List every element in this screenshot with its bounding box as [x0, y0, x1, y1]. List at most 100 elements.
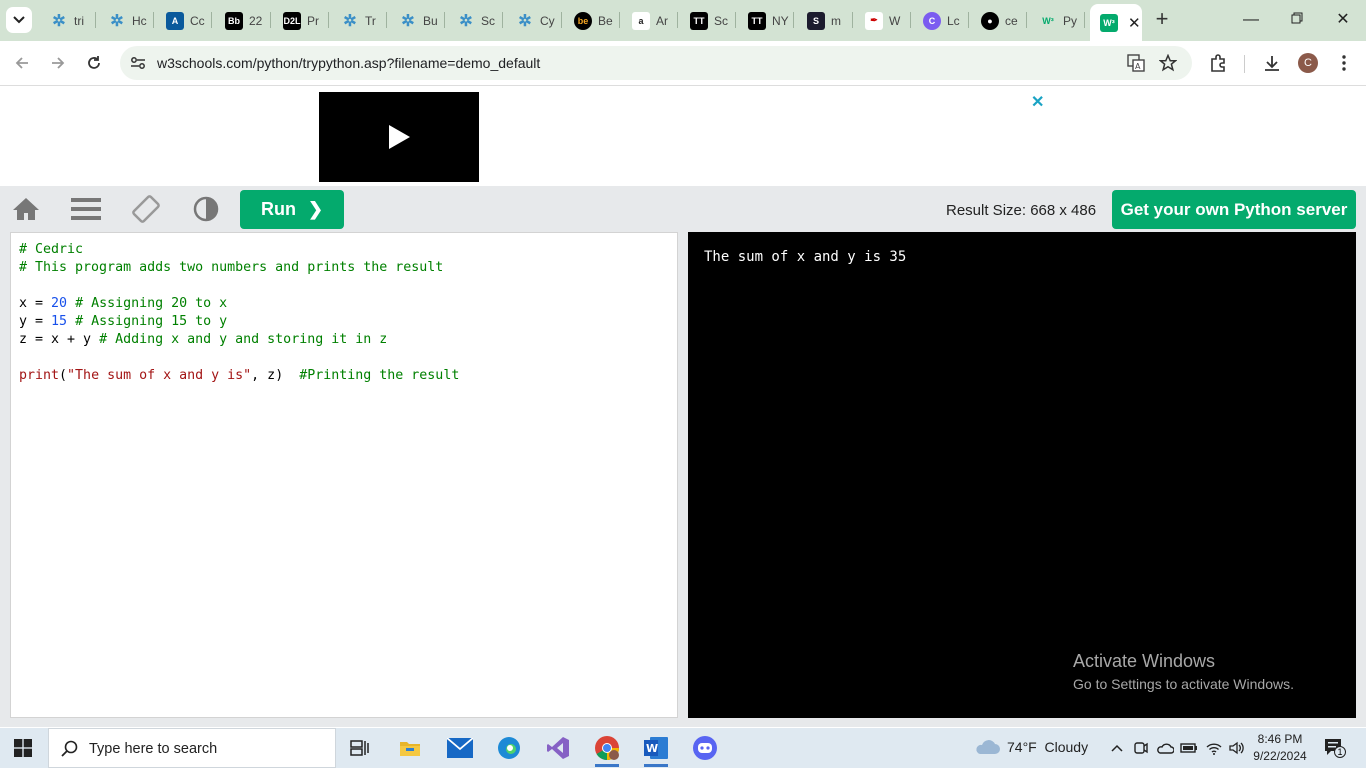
home-button[interactable] — [11, 194, 41, 224]
dark-mode-toggle[interactable] — [191, 194, 221, 224]
code-line: print("The sum of x and y is", z) #Print… — [19, 368, 460, 383]
puzzle-icon: ✲ — [401, 12, 415, 30]
tab-separator — [561, 12, 563, 28]
start-button[interactable] — [14, 739, 32, 757]
weather-widget[interactable]: 74°F Cloudy — [974, 739, 1088, 755]
word-icon: W — [644, 737, 668, 759]
translate-icon[interactable]: A — [1126, 53, 1146, 73]
extensions-button[interactable] — [1206, 51, 1230, 75]
tab-7[interactable]: ✲ Bu — [389, 4, 443, 37]
word-app[interactable]: W — [636, 732, 676, 767]
ad-video[interactable] — [319, 92, 479, 182]
tab-separator — [968, 12, 970, 28]
wifi-icon[interactable] — [1205, 739, 1223, 757]
menu-button[interactable] — [71, 194, 101, 224]
tab-11[interactable]: a Ar — [622, 4, 676, 37]
minimize-button[interactable]: — — [1236, 8, 1266, 32]
puzzle-icon: ✲ — [343, 12, 357, 30]
tab-title: m — [831, 13, 841, 28]
system-clock[interactable]: 8:46 PM 9/22/2024 — [1250, 731, 1310, 765]
profile-avatar[interactable]: C — [1298, 53, 1318, 73]
restore-button[interactable] — [1282, 8, 1312, 32]
puzzle-icon: ✲ — [110, 12, 124, 30]
ad-close-icon[interactable]: ✕ — [1031, 92, 1044, 112]
w3-icon: W³ — [1100, 13, 1118, 32]
code-line: # This program adds two numbers and prin… — [19, 260, 444, 275]
close-window-button[interactable]: ✕ — [1328, 8, 1358, 32]
more-vert-icon — [1342, 55, 1346, 71]
tab-3[interactable]: A Cc — [156, 4, 210, 37]
reload-button[interactable] — [81, 50, 107, 76]
close-tab-icon[interactable]: ✕ — [1128, 14, 1141, 32]
tab-separator — [793, 12, 795, 28]
edge-app[interactable] — [489, 732, 529, 764]
puzzle-icon: ✲ — [518, 12, 532, 30]
back-button[interactable] — [9, 50, 35, 76]
tab-18[interactable]: W³ Py — [1029, 4, 1083, 37]
mail-app[interactable] — [440, 732, 480, 764]
home-icon — [13, 198, 39, 220]
chevron-up-icon — [1111, 744, 1123, 752]
discord-app[interactable] — [685, 732, 725, 764]
volume-icon[interactable] — [1228, 739, 1246, 757]
show-hidden-icons-button[interactable] — [1108, 739, 1126, 757]
search-icon — [61, 740, 78, 757]
code-line: # Cedric — [19, 242, 84, 257]
meet-now-icon[interactable] — [1132, 739, 1150, 757]
code-line: x = 20 # Assigning 20 to x — [19, 296, 228, 311]
rotate-orientation-button[interactable] — [131, 194, 161, 224]
c-logo-icon: C — [923, 11, 941, 30]
battery-icon[interactable] — [1180, 739, 1198, 757]
url-text[interactable]: w3schools.com/python/trypython.asp?filen… — [157, 55, 540, 71]
tab-14[interactable]: Sm — [797, 4, 851, 37]
forward-button[interactable] — [45, 50, 71, 76]
taskbar-search[interactable]: Type here to search — [48, 728, 336, 768]
notification-center-button[interactable]: 1 — [1324, 738, 1346, 758]
puzzle-piece-icon — [1211, 54, 1225, 72]
get-python-server-button[interactable]: Get your own Python server — [1112, 190, 1356, 229]
tab-2[interactable]: ✲ Hc — [98, 4, 152, 37]
tab-12[interactable]: TT Sc — [680, 4, 734, 37]
file-explorer-app[interactable] — [390, 732, 430, 764]
tab-active[interactable]: W³ ✕ — [1090, 4, 1142, 41]
tab-13[interactable]: TT NY — [738, 4, 792, 37]
task-view-button[interactable] — [340, 732, 380, 764]
tab-separator — [444, 12, 446, 28]
feather-icon: ✒ — [865, 11, 883, 30]
tab-separator — [910, 12, 912, 28]
puzzle-icon: ✲ — [459, 12, 473, 30]
onedrive-icon[interactable] — [1156, 739, 1174, 757]
tab-6[interactable]: ✲ Tr — [331, 4, 385, 37]
visual-studio-app[interactable] — [538, 732, 578, 764]
site-info-icon[interactable] — [128, 53, 148, 73]
tab-8[interactable]: ✲ Sc — [447, 4, 501, 37]
code-editor[interactable]: # Cedric # This program adds two numbers… — [10, 232, 678, 718]
tab-separator — [735, 12, 737, 28]
activate-windows-watermark: Activate Windows Go to Settings to activ… — [1073, 651, 1294, 692]
tt-icon: TT — [690, 11, 708, 30]
tab-16[interactable]: C Lc — [913, 4, 967, 37]
address-bar[interactable]: w3schools.com/python/trypython.asp?filen… — [120, 46, 1192, 80]
browser-menu-button[interactable] — [1332, 51, 1356, 75]
back-arrow-icon — [15, 57, 28, 69]
tab-separator — [1026, 12, 1028, 28]
downloads-button[interactable] — [1260, 51, 1284, 75]
run-button[interactable]: Run ❯ — [240, 190, 344, 229]
tab-separator — [677, 12, 679, 28]
tab-search-button[interactable] — [6, 7, 32, 33]
bookmark-star-icon[interactable] — [1158, 53, 1178, 73]
tab-9[interactable]: ✲ Cy — [506, 4, 560, 37]
download-icon — [1265, 56, 1279, 71]
tab-10[interactable]: be Be — [564, 4, 618, 37]
tab-1[interactable]: ✲ tri — [40, 4, 94, 37]
tab-title: Bu — [423, 13, 438, 28]
github-icon: ● — [981, 11, 999, 30]
tab-15[interactable]: ✒ W — [855, 4, 909, 37]
svg-text:W: W — [646, 742, 658, 755]
tab-17[interactable]: ● ce — [971, 4, 1025, 37]
tab-4[interactable]: Bb 22 — [215, 4, 269, 37]
tab-separator — [386, 12, 388, 28]
chrome-app[interactable] — [587, 732, 627, 767]
tab-5[interactable]: D2L Pr — [273, 4, 327, 37]
new-tab-button[interactable]: + — [1150, 8, 1174, 32]
